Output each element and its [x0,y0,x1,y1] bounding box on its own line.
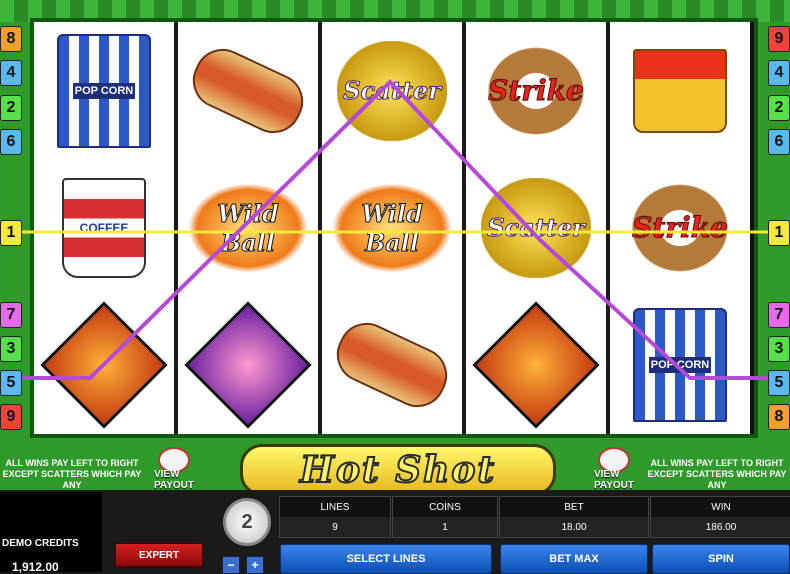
payline-badge[interactable]: 9 [768,26,790,52]
right-payline-badges: 9 4 2 6 1 7 3 5 8 [768,22,790,442]
win-value: 186.00 [651,517,790,537]
reel-5-cell-3: POP CORN [610,296,750,433]
coffee-icon: COFFEE [62,177,146,278]
strike-icon: Strike [481,40,591,141]
bet-max-button[interactable]: BET MAX [500,544,648,574]
expert-button[interactable]: EXPERT [115,543,203,567]
credits-panel: DEMO CREDITS 1,912.00 [0,492,102,574]
coins-label: COINS [393,497,497,517]
payline-badge[interactable]: 1 [768,220,790,246]
scatter-icon: Scatter [481,177,591,278]
payline-badge[interactable]: 3 [768,336,790,362]
reel-1: POP CORN COFFEE [34,22,178,434]
payline-badge[interactable]: 8 [0,26,22,52]
reel-2-cell-2: Wild Ball [178,159,318,296]
lines-field: LINES 9 [279,496,391,538]
spin-button[interactable]: SPIN [652,544,790,574]
reel-5-cell-1 [610,22,750,159]
payline-badge[interactable]: 2 [768,95,790,121]
reel-5-cell-2: Strike [610,159,750,296]
payline-badge[interactable]: 6 [768,129,790,155]
select-lines-button[interactable]: SELECT LINES [280,544,492,574]
win-field: WIN 186.00 [650,496,790,538]
coin-minus-button[interactable]: − [222,556,240,574]
pitcher-icon [472,300,600,429]
coin-size-chip[interactable]: 2 [223,498,271,546]
reel-4-cell-1: Strike [466,22,606,159]
popcorn-icon: POP CORN [57,33,151,148]
game-logo: Hot Shot [240,444,556,496]
reel-area: POP CORN COFFEE Wild Ball Scatter Wild B… [30,18,758,438]
batter-icon [184,300,312,429]
reel-1-cell-3 [34,296,174,433]
reel-1-cell-2: COFFEE [34,159,174,296]
reel-4-cell-2: Scatter [466,159,606,296]
pay-rules-left: ALL WINS PAY LEFT TO RIGHT EXCEPT SCATTE… [2,458,142,490]
payline-badge[interactable]: 1 [0,220,22,246]
reel-5: Strike POP CORN [610,22,750,434]
view-payout-button-right[interactable]: VIEW PAYOUT [586,447,642,491]
payline-badge[interactable]: 5 [0,370,22,396]
payline-badge[interactable]: 4 [0,60,22,86]
strike-icon: Strike [625,177,735,278]
payline-badge[interactable]: 5 [768,370,790,396]
reel-3-cell-2: Wild Ball [322,159,462,296]
win-label: WIN [651,497,790,517]
coin-plus-button[interactable]: + [246,556,264,574]
hotdog-icon [327,313,457,416]
bet-label: BET [500,497,648,517]
hotdog-icon [183,39,313,142]
payline-badge[interactable]: 8 [768,404,790,430]
lines-value: 9 [280,517,390,537]
pay-rules-right: ALL WINS PAY LEFT TO RIGHT EXCEPT SCATTE… [647,458,787,490]
bet-value: 18.00 [500,517,648,537]
reel-1-cell-1: POP CORN [34,22,174,159]
payline-badge[interactable]: 9 [0,404,22,430]
popcorn-icon: POP CORN [633,307,727,422]
lines-label: LINES [280,497,390,517]
wild-ball-icon: Wild Ball [188,182,308,273]
bet-field: BET 18.00 [499,496,649,538]
coins-field: COINS 1 [392,496,498,538]
reel-2-cell-1 [178,22,318,159]
payline-badge[interactable]: 2 [0,95,22,121]
coins-value: 1 [393,517,497,537]
reel-2: Wild Ball [178,22,322,434]
reel-3-cell-1: Scatter [322,22,462,159]
wild-ball-icon: Wild Ball [332,182,452,273]
payline-badge[interactable]: 3 [0,336,22,362]
view-payout-button-left[interactable]: VIEW PAYOUT [146,447,202,491]
payline-badge[interactable]: 7 [768,302,790,328]
reel-4: Strike Scatter [466,22,610,434]
game-title: Hot Shot [299,448,496,492]
payline-badge[interactable]: 4 [768,60,790,86]
reel-2-cell-3 [178,296,318,433]
payline-badge[interactable]: 7 [0,302,22,328]
scatter-icon: Scatter [337,40,447,141]
left-payline-badges: 8 4 2 6 1 7 3 5 9 [0,22,22,442]
reel-3: Scatter Wild Ball [322,22,466,434]
pitcher-icon [40,300,168,429]
payline-badge[interactable]: 6 [0,129,22,155]
reel-3-cell-3 [322,296,462,433]
reel-4-cell-3 [466,296,606,433]
credits-label: DEMO CREDITS [2,538,79,549]
fries-icon [633,48,727,133]
